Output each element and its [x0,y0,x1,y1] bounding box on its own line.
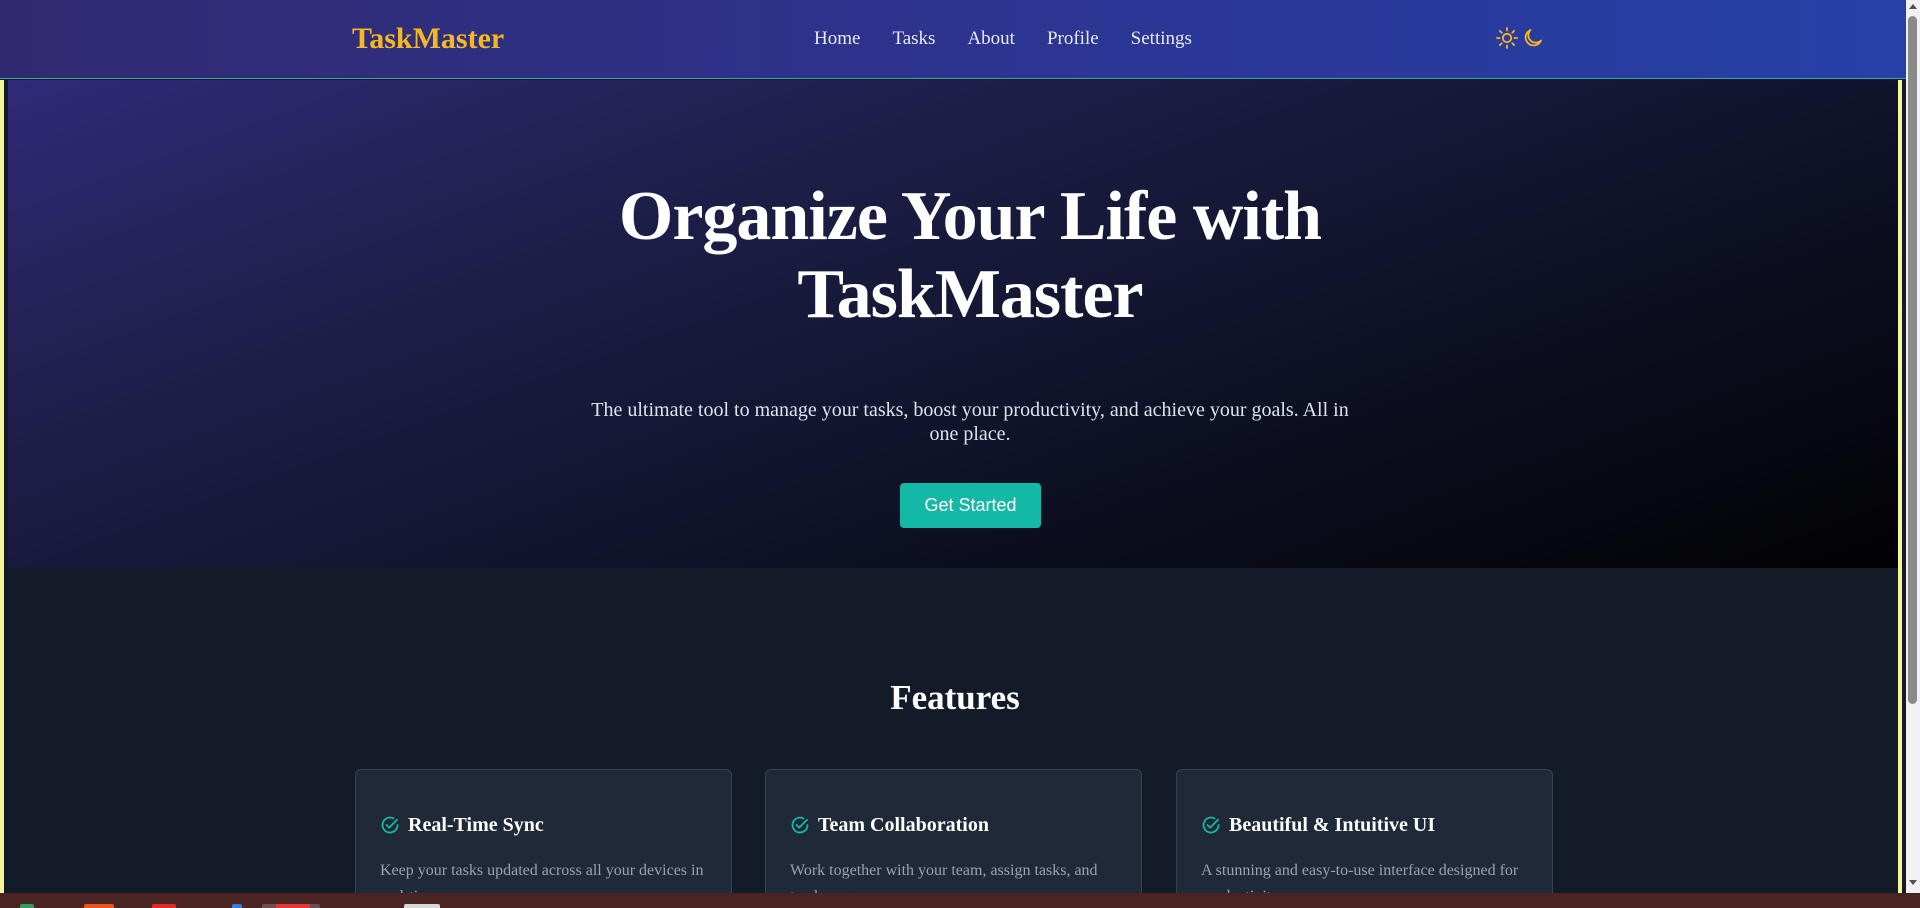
check-circle-icon [1202,816,1220,834]
feature-card-header: Real-Time Sync [380,812,544,838]
feature-card-real-time-sync: Real-Time Sync Keep your tasks updated a… [355,769,732,908]
features-heading: Features [890,678,1020,717]
feature-card-header: Team Collaboration [790,812,989,838]
get-started-button[interactable]: Get Started [900,483,1041,528]
feature-title: Real-Time Sync [408,814,544,836]
taskbar-app-icon[interactable] [232,904,242,908]
hero-subtitle: The ultimate tool to manage your tasks, … [591,399,1349,445]
nav-links: Home Tasks About Profile Settings [814,26,1224,52]
taskbar-app-icon[interactable] [84,904,114,908]
scrollbar-thumb[interactable] [1908,16,1917,704]
nav-link-tasks[interactable]: Tasks [892,26,935,52]
brand-logo[interactable]: TaskMaster [352,20,504,58]
feature-card-team-collaboration: Team Collaboration Work together with yo… [765,769,1142,908]
hero-title: Organize Your Life with TaskMaster [560,178,1380,334]
taskbar-app-icon[interactable] [276,904,310,908]
check-circle-icon [791,816,809,834]
nav-link-home[interactable]: Home [814,26,860,52]
taskbar-app-icon[interactable] [20,904,34,908]
right-edge-strip [1898,80,1902,900]
feature-title: Beautiful & Intuitive UI [1229,814,1436,836]
hero-title-line1: Organize Your Life with [618,178,1322,255]
navbar: TaskMaster Home Tasks About Profile Sett… [0,0,1906,79]
sun-icon[interactable] [1495,26,1519,50]
feature-card-header: Beautiful & Intuitive UI [1201,812,1435,838]
left-edge-dark-strip [4,80,8,900]
scroll-up-arrow-icon[interactable] [1909,4,1917,9]
nav-link-profile[interactable]: Profile [1047,26,1099,52]
moon-icon[interactable] [1521,26,1545,50]
nav-link-settings[interactable]: Settings [1131,26,1192,52]
taskbar-app-icon[interactable] [152,904,176,908]
theme-toggle[interactable] [1495,26,1545,50]
nav-link-about[interactable]: About [967,26,1015,52]
feature-card-beautiful-ui: Beautiful & Intuitive UI A stunning and … [1176,769,1553,908]
feature-title: Team Collaboration [818,814,989,836]
scroll-down-arrow-icon[interactable] [1909,880,1917,885]
check-circle-icon [381,816,399,834]
taskbar-app-icon[interactable] [404,904,440,908]
page: TaskMaster Home Tasks About Profile Sett… [0,0,1920,908]
hero-title-line2: TaskMaster [797,256,1143,333]
